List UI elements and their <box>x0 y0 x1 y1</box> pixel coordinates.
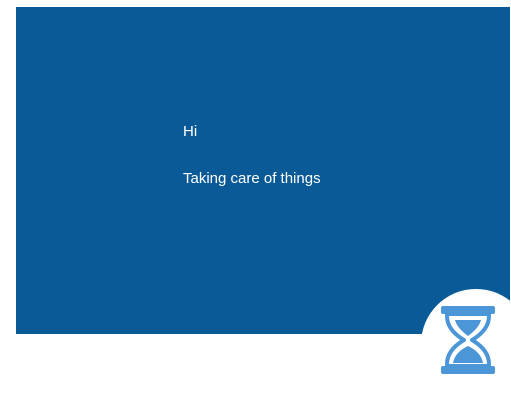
status-text: Taking care of things <box>183 170 321 187</box>
hourglass-icon <box>441 306 495 374</box>
greeting-text: Hi <box>183 123 198 140</box>
setup-screen: Hi Taking care of things <box>16 7 510 334</box>
